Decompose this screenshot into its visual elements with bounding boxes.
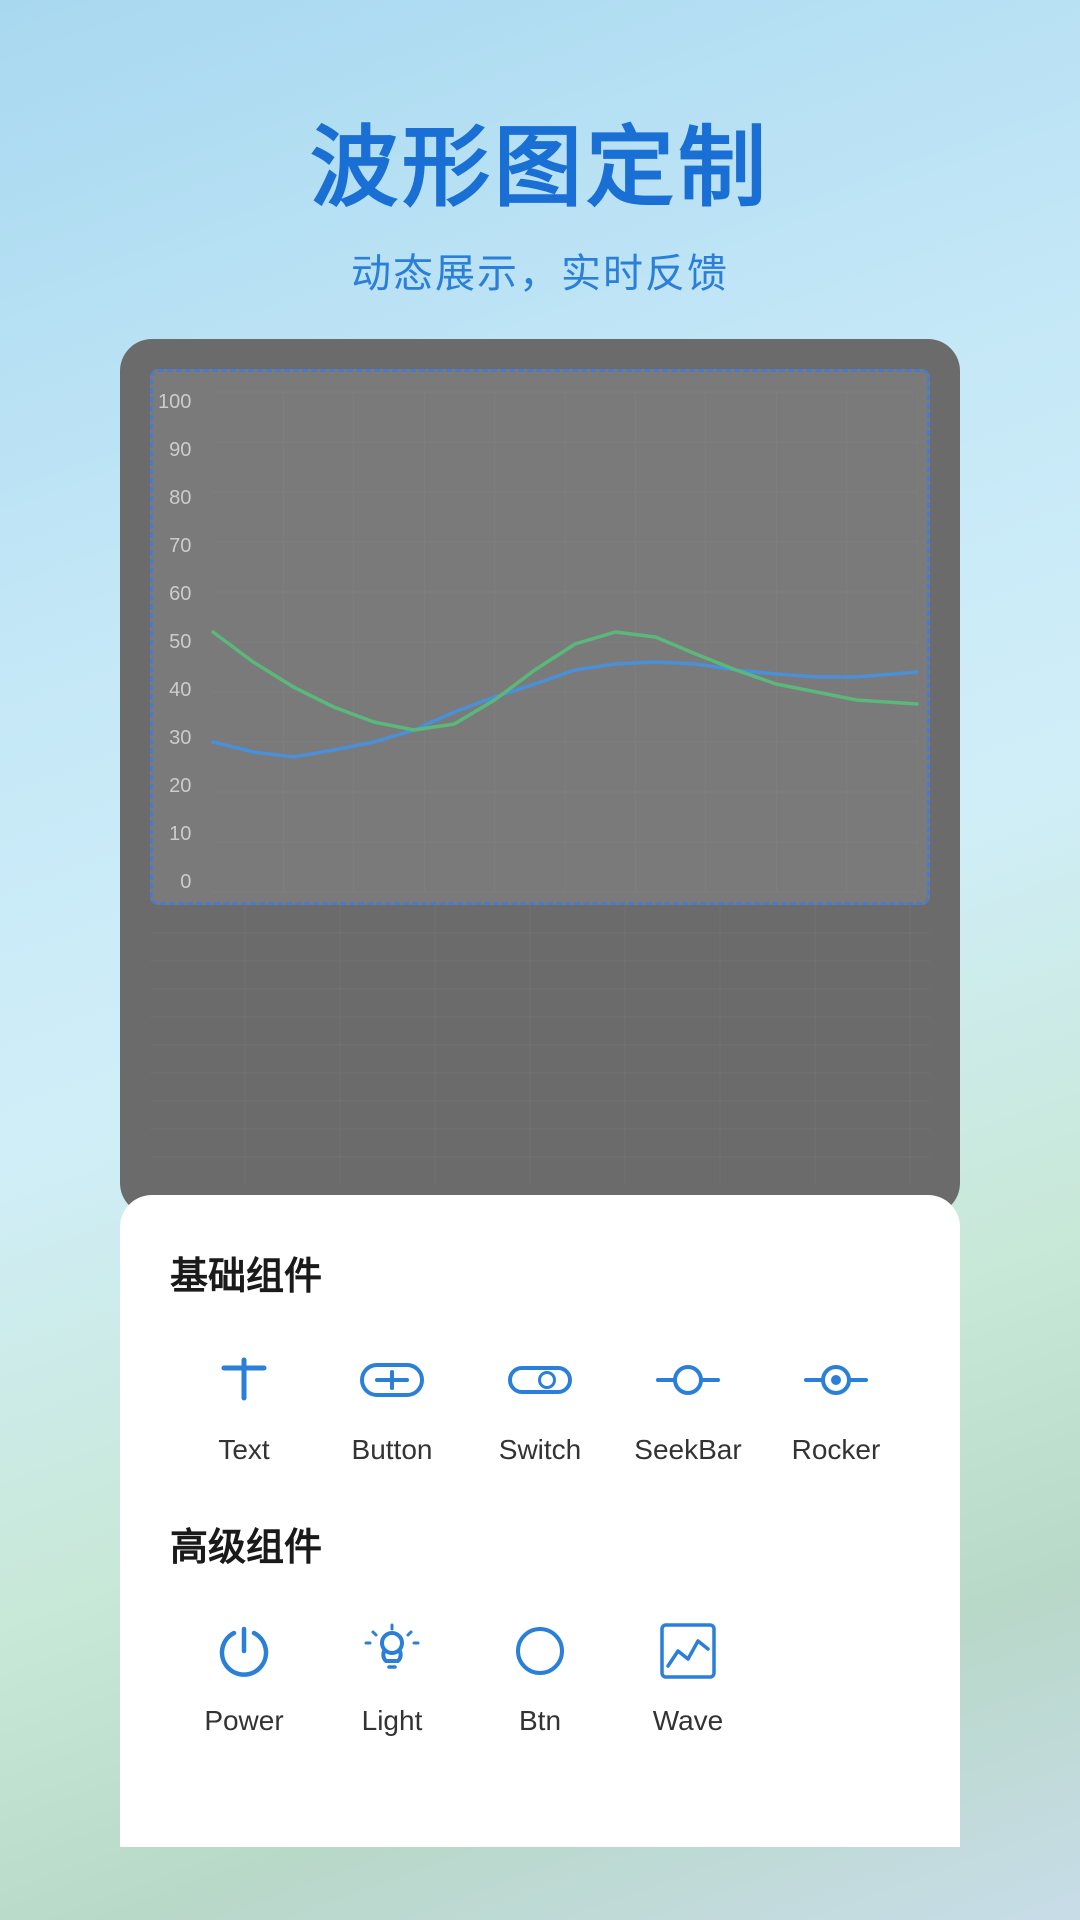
chart-svg — [213, 392, 917, 892]
rocker-icon — [796, 1340, 876, 1420]
text-icon — [204, 1340, 284, 1420]
widget-text[interactable]: Text — [170, 1340, 318, 1466]
y-axis-labels: 100 90 80 70 60 50 40 30 20 10 0 — [158, 392, 191, 892]
switch-icon — [500, 1340, 580, 1420]
advanced-section-title: 高级组件 — [170, 1516, 910, 1571]
main-title: 波形图定制 — [310, 120, 770, 217]
light-icon — [352, 1611, 432, 1691]
extended-grid — [150, 905, 930, 1185]
power-icon — [204, 1611, 284, 1691]
widget-text-label: Text — [218, 1434, 269, 1466]
y-label-0: 0 — [180, 872, 191, 892]
y-label-20: 20 — [169, 776, 191, 796]
widget-seekbar-label: SeekBar — [634, 1434, 741, 1466]
y-label-10: 10 — [169, 824, 191, 844]
widget-power-label: Power — [204, 1705, 283, 1737]
widget-wave-label: Wave — [653, 1705, 724, 1737]
widget-light[interactable]: Light — [318, 1611, 466, 1737]
button-icon — [352, 1340, 432, 1420]
basic-section-title: 基础组件 — [170, 1245, 910, 1300]
wave-icon — [648, 1611, 728, 1691]
widget-seekbar[interactable]: SeekBar — [614, 1340, 762, 1466]
y-label-30: 30 — [169, 728, 191, 748]
basic-widget-row: Text Button Switch — [170, 1340, 910, 1466]
chart-card: 100 90 80 70 60 50 40 30 20 10 0 — [120, 339, 960, 1215]
bottom-card: 基础组件 Text Button — [120, 1195, 960, 1847]
y-label-60: 60 — [169, 584, 191, 604]
y-label-50: 50 — [169, 632, 191, 652]
y-label-80: 80 — [169, 488, 191, 508]
advanced-widget-row: Power Light — [170, 1611, 910, 1737]
widget-power[interactable]: Power — [170, 1611, 318, 1737]
widget-button[interactable]: Button — [318, 1340, 466, 1466]
widget-button-label: Button — [352, 1434, 433, 1466]
chart-inner: 100 90 80 70 60 50 40 30 20 10 0 — [150, 369, 930, 905]
widget-switch[interactable]: Switch — [466, 1340, 614, 1466]
y-label-40: 40 — [169, 680, 191, 700]
y-label-90: 90 — [169, 440, 191, 460]
widget-wave[interactable]: Wave — [614, 1611, 762, 1737]
btn-icon — [500, 1611, 580, 1691]
chart-area: 100 90 80 70 60 50 40 30 20 10 0 — [213, 392, 917, 892]
widget-btn[interactable]: Btn — [466, 1611, 614, 1737]
widget-light-label: Light — [362, 1705, 423, 1737]
y-label-100: 100 — [158, 392, 191, 412]
y-label-70: 70 — [169, 536, 191, 556]
seekbar-icon — [648, 1340, 728, 1420]
header: 波形图定制 动态展示，实时反馈 — [310, 0, 770, 299]
widget-rocker-label: Rocker — [792, 1434, 881, 1466]
widget-rocker[interactable]: Rocker — [762, 1340, 910, 1466]
subtitle: 动态展示，实时反馈 — [310, 241, 770, 299]
widget-btn-label: Btn — [519, 1705, 561, 1737]
widget-switch-label: Switch — [499, 1434, 581, 1466]
